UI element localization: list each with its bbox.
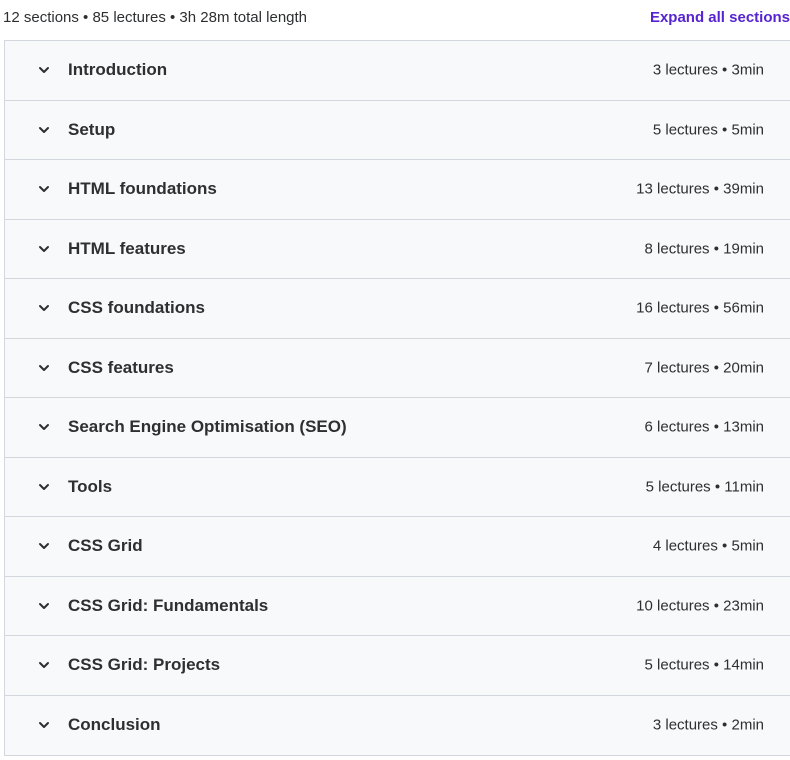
- section-title: CSS Grid: Fundamentals: [68, 595, 269, 615]
- section-row[interactable]: CSS Grid 4 lectures • 5min: [5, 517, 790, 577]
- section-lecture-count: 8 lectures • 19min: [644, 240, 764, 258]
- section-row[interactable]: CSS Grid: Projects 5 lectures • 14min: [5, 636, 790, 696]
- section-row[interactable]: Setup 5 lectures • 5min: [5, 100, 790, 160]
- section-lecture-count: 5 lectures • 5min: [652, 121, 764, 139]
- section-title: HTML foundations: [68, 179, 217, 199]
- chevron-down-icon: [36, 657, 52, 673]
- chevron-down-icon: [36, 419, 52, 435]
- section-title: Conclusion: [68, 715, 161, 735]
- section-title: Introduction: [68, 60, 168, 80]
- section-row[interactable]: Search Engine Optimisation (SEO) 6 lectur…: [5, 398, 790, 458]
- chevron-down-icon: [36, 62, 52, 78]
- section-title: CSS foundations: [68, 298, 205, 318]
- section-row[interactable]: HTML features 8 lectures • 19min: [5, 219, 790, 279]
- section-title: Tools: [68, 476, 113, 496]
- chevron-down-icon: [36, 241, 52, 257]
- chevron-down-icon: [36, 717, 52, 733]
- section-lecture-count: 16 lectures • 56min: [636, 299, 764, 317]
- section-title: CSS Grid: [68, 536, 143, 556]
- section-lecture-count: 3 lectures • 2min: [652, 716, 764, 734]
- section-row[interactable]: Tools 5 lectures • 11min: [5, 457, 790, 517]
- section-row[interactable]: HTML foundations 13 lectures • 39min: [5, 160, 790, 220]
- section-lecture-count: 7 lectures • 20min: [644, 359, 764, 377]
- section-row[interactable]: CSS foundations 16 lectures • 56min: [5, 279, 790, 339]
- section-row[interactable]: CSS features 7 lectures • 20min: [5, 338, 790, 398]
- section-lecture-count: 6 lectures • 13min: [644, 418, 764, 436]
- section-title: CSS features: [68, 357, 174, 377]
- chevron-down-icon: [36, 479, 52, 495]
- section-lecture-count: 4 lectures • 5min: [652, 537, 764, 555]
- chevron-down-icon: [36, 598, 52, 614]
- section-title: Search Engine Optimisation (SEO): [68, 417, 347, 437]
- section-title: Setup: [68, 119, 116, 139]
- section-lecture-count: 5 lectures • 11min: [645, 478, 764, 496]
- chevron-down-icon: [36, 181, 52, 197]
- chevron-down-icon: [36, 300, 52, 316]
- section-row[interactable]: Introduction 3 lectures • 3min: [5, 41, 790, 101]
- curriculum-section-list: Introduction 3 lectures • 3min Setup 5 lect…: [4, 40, 790, 756]
- chevron-down-icon: [36, 538, 52, 554]
- curriculum-summary-bar: 12 sections • 85 lectures • 3h 28m total…: [0, 0, 790, 40]
- section-title: HTML features: [68, 238, 186, 258]
- section-lecture-count: 10 lectures • 23min: [636, 597, 764, 615]
- section-lecture-count: 13 lectures • 39min: [636, 180, 764, 198]
- section-lecture-count: 3 lectures • 3min: [652, 61, 764, 79]
- section-row[interactable]: CSS Grid: Fundamentals 10 lectures • 23mi…: [5, 576, 790, 636]
- section-title: CSS Grid: Projects: [68, 655, 221, 675]
- section-lecture-count: 5 lectures • 14min: [644, 656, 764, 674]
- curriculum-summary-text: 12 sections • 85 lectures • 3h 28m total…: [3, 9, 308, 26]
- chevron-down-icon: [36, 360, 52, 376]
- expand-all-sections-button[interactable]: Expand all sections: [650, 9, 790, 26]
- section-row[interactable]: Conclusion 3 lectures • 2min: [5, 695, 790, 755]
- chevron-down-icon: [36, 122, 52, 138]
